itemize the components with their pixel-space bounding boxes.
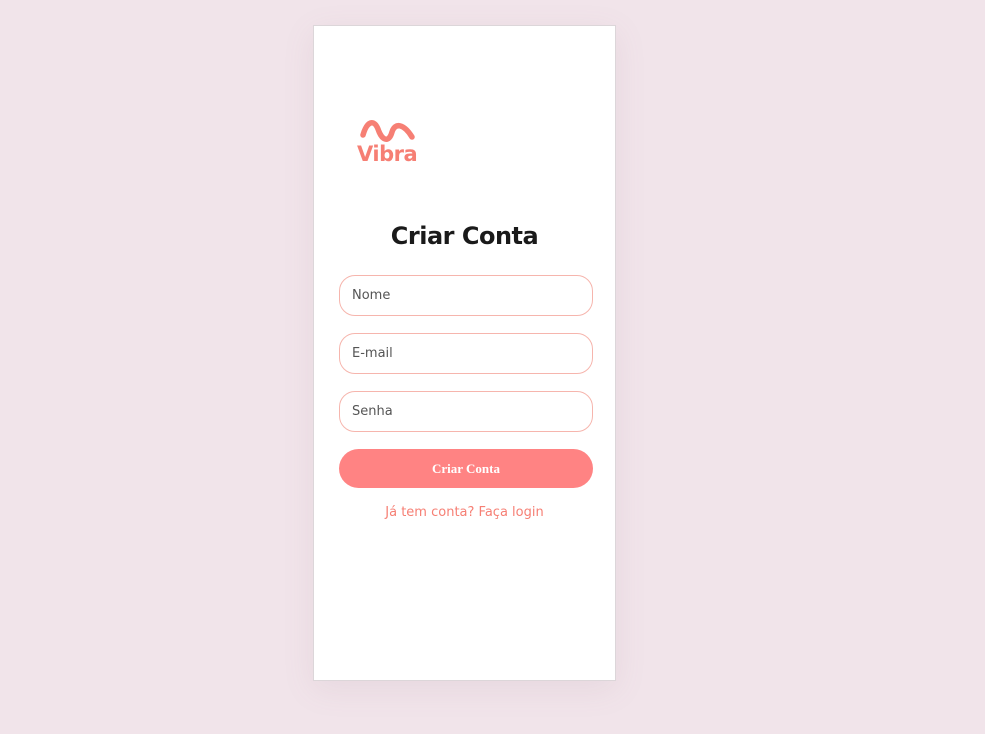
- brand-name: Vibra: [357, 142, 418, 166]
- email-input[interactable]: [339, 333, 593, 374]
- password-input[interactable]: [339, 391, 593, 432]
- name-input[interactable]: [339, 275, 593, 316]
- brand-logo: Vibra: [357, 117, 419, 177]
- login-link[interactable]: Já tem conta? Faça login: [314, 504, 615, 522]
- signup-card: Vibra Criar Conta Criar Conta Já tem con…: [313, 25, 616, 681]
- create-account-button[interactable]: Criar Conta: [339, 449, 593, 488]
- page-title: Criar Conta: [390, 222, 539, 250]
